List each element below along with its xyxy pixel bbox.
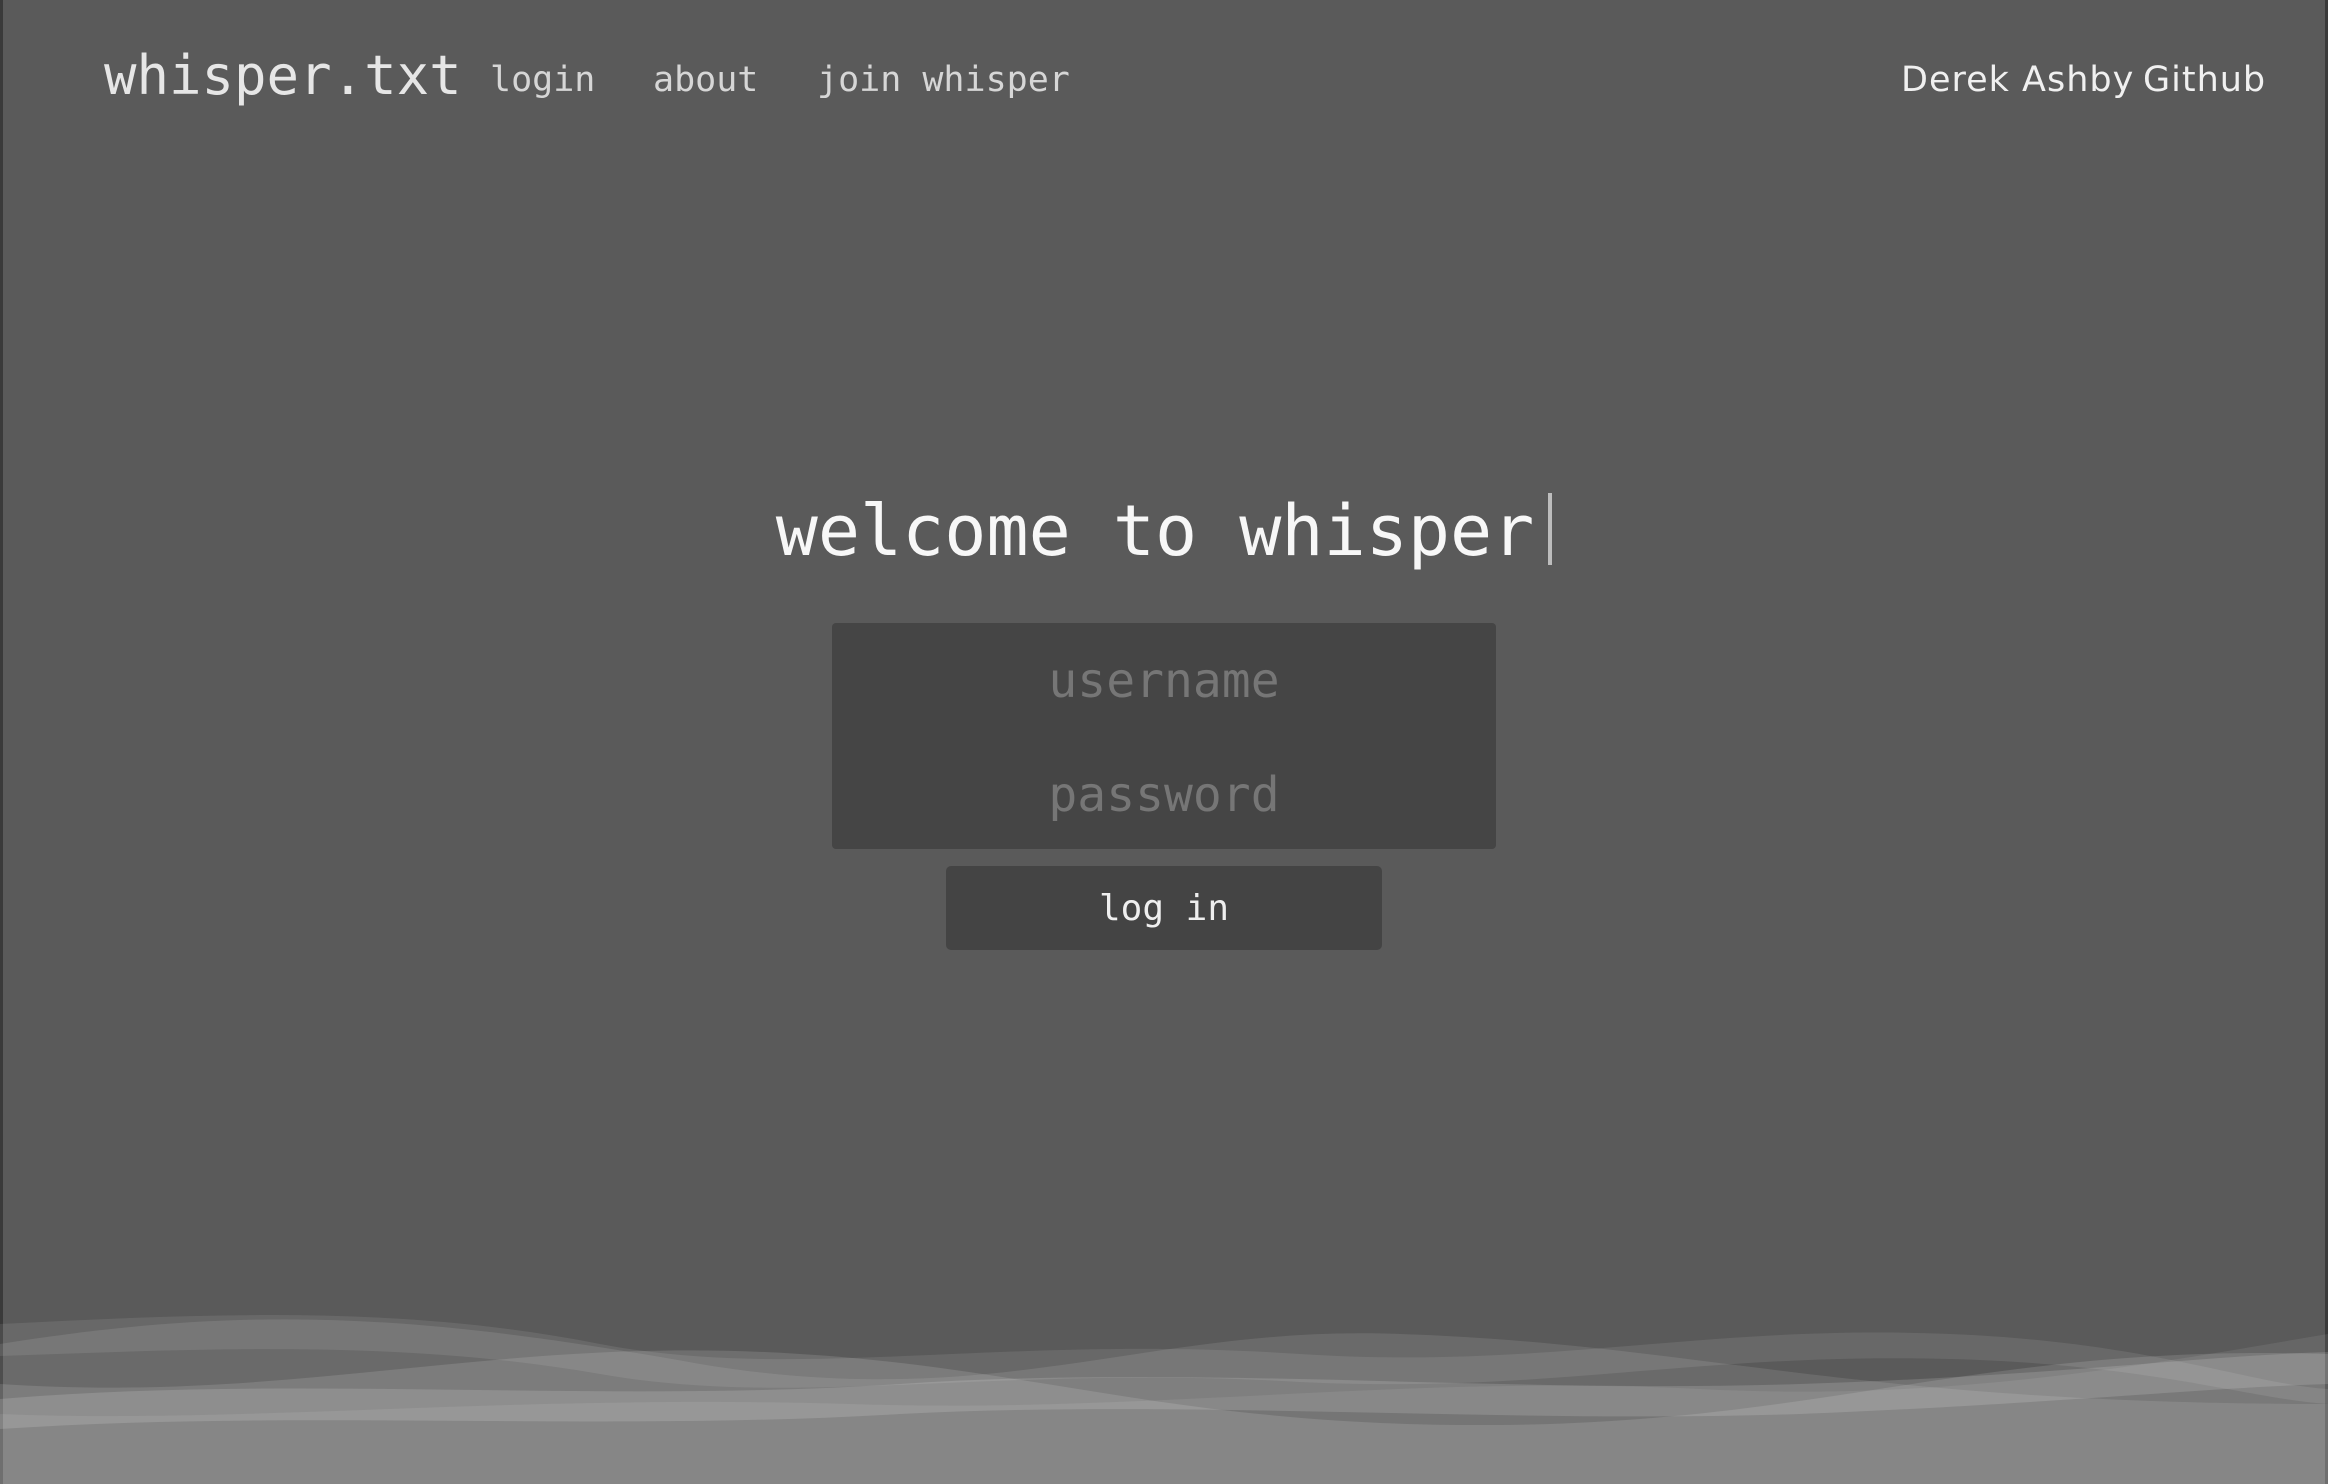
login-button[interactable]: log in <box>946 866 1382 950</box>
github-link[interactable]: Github <box>2143 60 2266 100</box>
welcome-heading-text: welcome to whisper <box>775 490 1535 572</box>
password-input[interactable] <box>832 755 1496 835</box>
brand-logo-link[interactable]: whisper.txt <box>104 44 462 107</box>
nav-login-link[interactable]: login <box>490 60 595 100</box>
author-link[interactable]: Derek Ashby <box>1901 60 2134 100</box>
typing-caret <box>1548 493 1553 565</box>
username-input[interactable] <box>832 641 1496 721</box>
nav-join-link[interactable]: join whisper <box>817 60 1070 100</box>
nav-about-link[interactable]: about <box>653 60 758 100</box>
top-navigation: whisper.txt login about join whisper Der… <box>0 0 2328 160</box>
welcome-heading: welcome to whisper <box>0 490 2328 572</box>
decorative-waves <box>0 1315 2328 1484</box>
window-left-edge <box>0 0 3 1484</box>
